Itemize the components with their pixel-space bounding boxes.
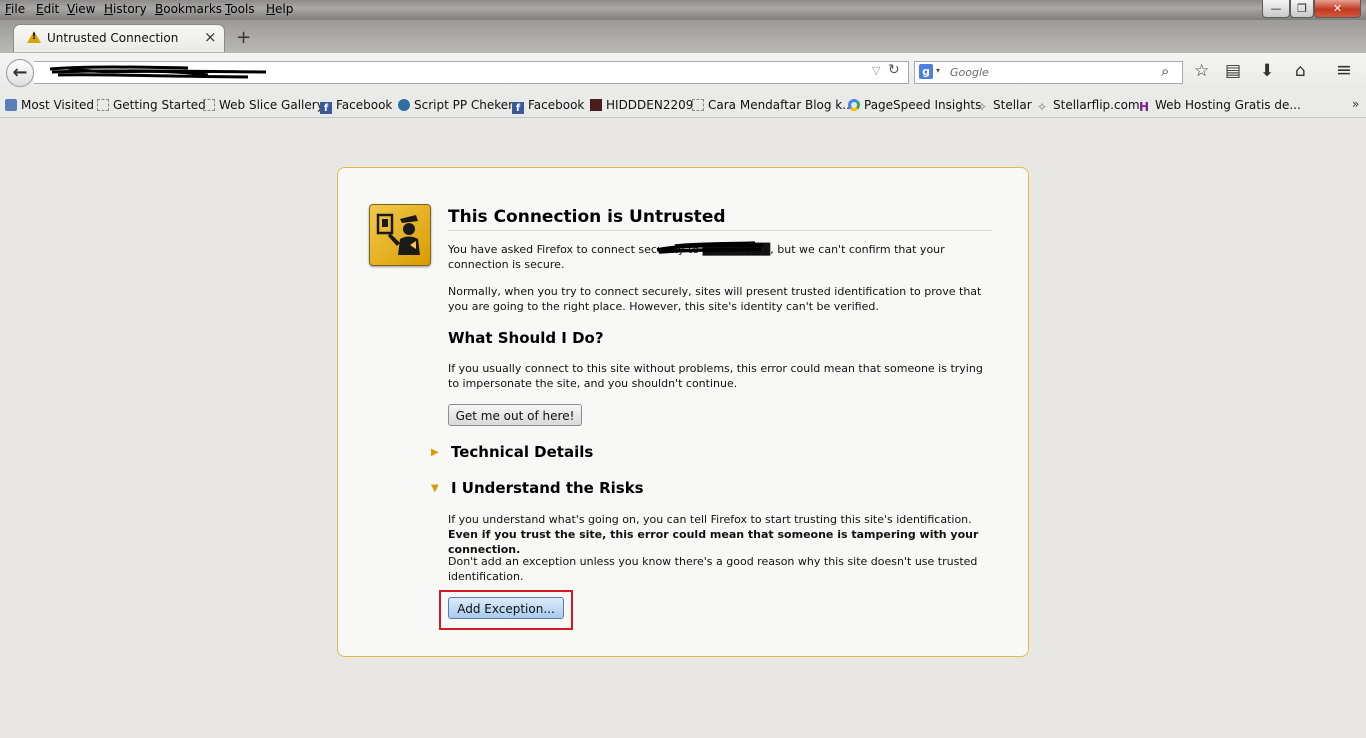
menu-bar: File Edit View History Bookmarks Tools H… [0, 0, 1366, 20]
risks-exception-advice: Don't add an exception unless you know t… [448, 555, 978, 583]
title-divider [448, 230, 992, 231]
add-exception-button[interactable]: Add Exception... [448, 597, 564, 619]
bookmark-hidddden2209[interactable]: HIDDDEN2209 [590, 98, 693, 112]
site-icon [590, 99, 602, 111]
search-icon[interactable]: ⌕ [1161, 62, 1169, 80]
home-icon[interactable]: ⌂ [1295, 61, 1306, 81]
menu-history[interactable]: History [104, 2, 147, 16]
hosting-icon: H [1139, 100, 1150, 114]
bookmark-script-pp-cheker[interactable]: Script PP Cheker [398, 98, 513, 112]
bookmark-cara-mendaftar-blog[interactable]: Cara Mendaftar Blog k... [692, 98, 854, 112]
bookmark-most-visited[interactable]: Most Visited [5, 98, 94, 112]
open-menu-icon[interactable]: ≡ [1336, 59, 1352, 81]
what-should-i-do-heading: What Should I Do? [448, 329, 604, 347]
menu-view[interactable]: View [67, 2, 95, 16]
warning-mark: ! [31, 32, 37, 42]
menu-edit[interactable]: Edit [36, 2, 59, 16]
star-icon: ✧ [1037, 100, 1048, 114]
maximize-button[interactable]: ❐ [1290, 0, 1314, 18]
bookmark-pagespeed-insights[interactable]: PageSpeed Insights [848, 98, 981, 112]
menu-file[interactable]: File [5, 2, 25, 16]
close-window-button[interactable]: ✕ [1314, 0, 1361, 18]
facebook-icon: f [320, 102, 332, 114]
risks-description: If you understand what's going on, you c… [448, 513, 979, 556]
facebook-icon: f [512, 102, 524, 114]
menu-bookmarks[interactable]: Bookmarks [155, 2, 222, 16]
search-engine-dropdown-icon[interactable]: ▾ [936, 66, 940, 75]
bookmark-stellarflip[interactable]: ✧ Stellarflip.com [1037, 98, 1140, 114]
bookmark-web-slice-gallery[interactable]: Web Slice Gallery [203, 98, 324, 112]
dashed-page-icon [97, 99, 109, 111]
dashed-page-icon [692, 99, 704, 111]
menu-tools[interactable]: Tools [225, 2, 255, 16]
minimize-button[interactable]: — [1262, 0, 1290, 18]
bookmark-facebook-2[interactable]: f Facebook [512, 98, 584, 114]
url-history-dropdown-icon[interactable]: ▽ [872, 64, 880, 77]
dashed-page-icon [203, 99, 215, 111]
back-button[interactable]: ← [6, 59, 34, 87]
downloads-icon[interactable]: ⬇ [1260, 61, 1274, 81]
menu-help[interactable]: Help [266, 2, 293, 16]
most-visited-icon [5, 99, 17, 111]
bookmark-star-icon[interactable]: ☆ [1194, 61, 1209, 81]
bookmark-getting-started[interactable]: Getting Started [97, 98, 206, 112]
search-input[interactable]: Google [950, 66, 989, 79]
reload-icon[interactable]: ↻ [888, 62, 900, 78]
technical-details-toggle[interactable]: Technical Details [451, 443, 593, 461]
risks-warning-bold: Even if you trust the site, this error c… [448, 528, 979, 556]
what-should-i-do-text: If you usually connect to this site with… [448, 362, 983, 390]
bookmarks-overflow-chevron-icon[interactable]: » [1352, 97, 1359, 111]
get-me-out-button[interactable]: Get me out of here! [448, 404, 582, 426]
understand-risks-toggle[interactable]: I Understand the Risks [451, 479, 644, 497]
page-title: This Connection is Untrusted [448, 207, 726, 227]
bookmark-stellar[interactable]: ✧ Stellar [977, 98, 1032, 114]
bookmark-web-hosting-gratis[interactable]: H Web Hosting Gratis de... [1139, 98, 1301, 114]
tab-close-icon[interactable]: × [204, 28, 217, 46]
security-officer-figure [376, 213, 420, 255]
bookmarks-menu-icon[interactable]: ▤ [1225, 61, 1241, 81]
redacted-site-scribble [656, 241, 764, 254]
expand-triangle-icon[interactable]: ▶ [431, 447, 439, 458]
collapse-triangle-icon[interactable]: ▼ [431, 483, 439, 494]
globe-icon [398, 99, 410, 111]
security-officer-icon [369, 204, 431, 266]
bookmark-facebook[interactable]: f Facebook [320, 98, 392, 114]
google-search-engine-icon[interactable]: g [919, 64, 933, 79]
redacted-url-scribble [49, 65, 267, 79]
tab-title: Untrusted Connection [47, 31, 179, 45]
star-icon: ✧ [977, 100, 988, 114]
tab-untrusted-connection[interactable]: ! Untrusted Connection × [13, 24, 225, 52]
pagespeed-icon [848, 99, 860, 111]
error-explanation: Normally, when you try to connect secure… [448, 285, 982, 313]
new-tab-button[interactable]: + [236, 27, 251, 48]
